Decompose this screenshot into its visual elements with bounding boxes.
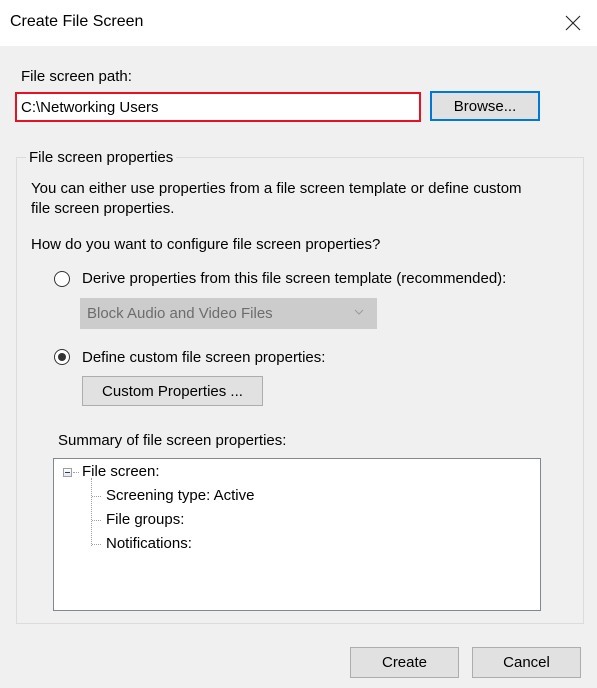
close-button[interactable] <box>556 6 590 40</box>
tree-connector <box>92 520 101 521</box>
create-button[interactable]: Create <box>350 647 459 678</box>
summary-tree[interactable]: File screen: Screening type: Active File… <box>53 458 541 611</box>
description-line-1: You can either use properties from a fil… <box>31 180 522 197</box>
browse-button[interactable]: Browse... <box>430 91 540 121</box>
custom-properties-button[interactable]: Custom Properties ... <box>82 376 263 406</box>
dialog-title: Create File Screen <box>10 13 144 30</box>
path-label: File screen path: <box>21 68 132 85</box>
title-bar: Create File Screen <box>0 0 597 46</box>
define-custom-label[interactable]: Define custom file screen properties: <box>82 349 325 366</box>
tree-connector <box>91 478 92 546</box>
cancel-button[interactable]: Cancel <box>472 647 581 678</box>
path-input[interactable] <box>15 92 421 122</box>
collapse-icon[interactable] <box>63 468 72 477</box>
define-custom-radio[interactable] <box>54 349 70 365</box>
close-icon <box>565 15 581 31</box>
derive-template-radio[interactable] <box>54 271 70 287</box>
derive-template-label[interactable]: Derive properties from this file screen … <box>82 270 506 287</box>
chevron-down-icon <box>354 309 364 315</box>
configure-question: How do you want to configure file screen… <box>31 236 381 253</box>
tree-node-file-groups[interactable]: File groups: <box>106 511 184 528</box>
radio-selected-dot <box>58 353 66 361</box>
tree-node-root[interactable]: File screen: <box>82 463 160 480</box>
summary-label: Summary of file screen properties: <box>58 432 287 449</box>
template-dropdown-value: Block Audio and Video Files <box>87 305 273 322</box>
tree-node-notifications[interactable]: Notifications: <box>106 535 192 552</box>
template-dropdown: Block Audio and Video Files <box>80 298 377 329</box>
tree-connector <box>73 472 79 473</box>
tree-connector <box>92 496 101 497</box>
group-label: File screen properties <box>26 149 177 166</box>
tree-connector <box>92 544 101 545</box>
description-line-2: file screen properties. <box>31 200 175 217</box>
tree-node-screening-type[interactable]: Screening type: Active <box>106 487 254 504</box>
